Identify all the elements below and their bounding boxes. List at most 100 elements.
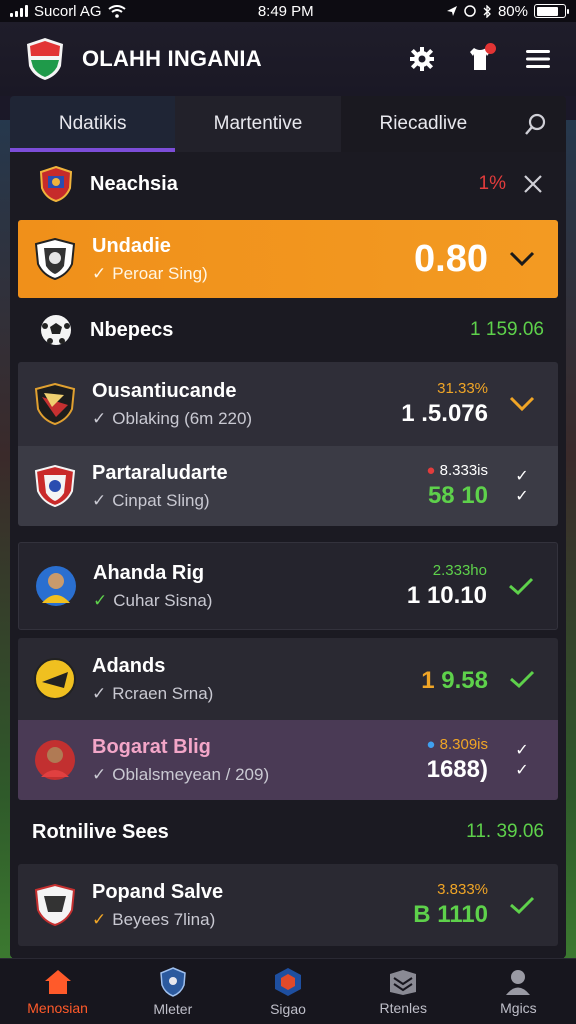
double-check-button[interactable]: ✓ ✓: [508, 740, 536, 780]
match-odds: B 1110: [413, 901, 488, 928]
nav-item-rtenles[interactable]: Rtenles: [346, 959, 461, 1024]
match-title: Undadie: [92, 234, 171, 257]
match-title: Adands: [92, 654, 166, 677]
team-crest-icon: [34, 238, 76, 280]
player-avatar: [36, 566, 76, 606]
check-icon: [510, 670, 535, 689]
double-check-button[interactable]: ✓ ✓: [508, 466, 536, 506]
home-icon: [44, 969, 71, 994]
carrier-label: Sucorl AG: [34, 2, 102, 20]
match-odds: 9.58: [441, 666, 488, 694]
section-value: 1%: [478, 173, 506, 194]
notification-dot: [485, 43, 496, 54]
nav-label: Mgics: [500, 999, 537, 1016]
nav-item-mleter[interactable]: Mleter: [115, 959, 230, 1024]
check-icon: ✓: [92, 683, 107, 703]
stack-icon: [390, 969, 417, 995]
menu-button[interactable]: [524, 45, 552, 73]
bottom-navigation: Menosian Mleter Sigao Rtenles Mgics: [0, 958, 576, 1024]
nav-label: Rtenles: [379, 999, 427, 1016]
section-label: Rotnilive Sees: [32, 820, 169, 843]
confirm-button[interactable]: [508, 895, 536, 915]
section-value: 1 159.06: [470, 319, 544, 340]
match-percent: ● 8.309is: [426, 736, 488, 753]
check-icon: ✓: [92, 764, 107, 784]
check-icon: [509, 577, 534, 596]
confirm-button[interactable]: [508, 669, 536, 689]
match-title: Partaraludarte: [92, 461, 228, 484]
match-percent: 2.333ho: [432, 562, 487, 579]
team-crest-icon: [34, 465, 76, 507]
match-subtitle: Cinpat Sling): [112, 490, 210, 510]
match-odds: 0.80: [414, 237, 488, 280]
team-crest-icon: [38, 166, 74, 202]
match-card-popand-salve[interactable]: Popand Salve ✓ Beyees 7lina) 3.833% B 111…: [18, 864, 558, 946]
chevron-down-icon: [509, 251, 535, 267]
match-card-partaraludarte[interactable]: Partaraludarte ✓ Cinpat Sling) ● 8.333is …: [18, 446, 558, 526]
match-subtitle: Rcraen Srna): [112, 683, 214, 703]
app-header: OLAHH INGANIA: [0, 22, 576, 96]
check-icon: ✓: [92, 490, 107, 510]
match-odds: 1 .5.076: [401, 400, 488, 427]
match-subtitle: Peroar Sing): [112, 263, 208, 283]
clock: 8:49 PM: [257, 2, 314, 20]
battery-percent: 80%: [497, 2, 528, 20]
search-button[interactable]: [505, 96, 566, 152]
bluetooth-icon: [483, 4, 491, 18]
notifications-button[interactable]: [466, 43, 496, 73]
section-header-neachsia: Neachsia 1%: [10, 152, 566, 216]
match-odds: 58 10: [427, 482, 488, 509]
app-logo-icon: [27, 38, 63, 80]
soccer-ball-icon: [38, 312, 74, 348]
check-icon: [510, 896, 535, 915]
match-subtitle: Beyees 7lina): [112, 909, 216, 929]
gear-icon: [410, 47, 434, 71]
check-icon: ✓: [92, 909, 107, 929]
match-card-ousantiucande[interactable]: Ousantiucande ✓ Oblaking (6m 220) 31.33% …: [18, 362, 558, 446]
match-odds: 1 10.10: [406, 582, 487, 609]
team-crest-icon: [34, 884, 76, 926]
nav-item-sigao[interactable]: Sigao: [230, 959, 345, 1024]
tab-martentive[interactable]: Martentive: [175, 96, 340, 152]
check-icon: ✓: [93, 590, 108, 610]
signal-icon: [10, 5, 28, 17]
section-header-nbepecs: Nbepecs 1 159.06: [10, 298, 566, 362]
team-crest-icon: [34, 383, 76, 425]
match-rank: 1: [421, 666, 435, 694]
app-title: OLAHH INGANIA: [82, 46, 262, 71]
battery-icon: [534, 4, 569, 18]
expand-button[interactable]: [508, 396, 536, 412]
match-card-ahanda-rig[interactable]: Ahanda Rig ✓ Cuhar Sisna) 2.333ho 1 10.10: [18, 542, 558, 630]
nav-label: Menosian: [27, 999, 88, 1016]
match-percent: ● 8.333is: [426, 462, 488, 479]
match-title: Ousantiucande: [92, 379, 237, 402]
match-percent: 31.33%: [437, 380, 488, 397]
nav-item-menosian[interactable]: Menosian: [0, 959, 115, 1024]
expand-button[interactable]: [508, 251, 536, 267]
match-subtitle: Oblalsmeyean / 209): [112, 764, 270, 784]
team-crest-icon: [34, 658, 76, 700]
match-title: Ahanda Rig: [93, 561, 205, 584]
section-label: Nbepecs: [90, 318, 174, 341]
match-title: Bogarat Blig: [92, 735, 211, 758]
tab-riecadlive[interactable]: Riecadlive: [340, 96, 506, 152]
match-subtitle: Cuhar Sisna): [113, 590, 213, 610]
match-percent: 3.833%: [437, 881, 488, 898]
match-card-undadie[interactable]: Undadie ✓ Peroar Sing) 0.80: [18, 220, 558, 298]
tab-ndatikis[interactable]: Ndatikis: [10, 96, 176, 152]
section-label: Neachsia: [90, 172, 178, 195]
nav-label: Sigao: [270, 1000, 306, 1017]
settings-button[interactable]: [408, 45, 436, 73]
match-card-adands[interactable]: Adands ✓ Rcraen Srna) 1 9.58: [18, 638, 558, 720]
confirm-button[interactable]: [507, 576, 535, 596]
live-dot-icon: ●: [426, 462, 436, 479]
nav-label: Mleter: [153, 1000, 193, 1017]
check-icon: ✓: [92, 408, 107, 428]
match-odds: 1688): [426, 756, 488, 783]
live-dot-icon: ●: [426, 736, 436, 753]
close-icon[interactable]: [522, 173, 544, 195]
wifi-icon: [107, 4, 126, 18]
user-icon: [506, 969, 531, 995]
nav-item-mgics[interactable]: Mgics: [461, 959, 576, 1024]
match-card-bogarat-blig[interactable]: Bogarat Blig ✓ Oblalsmeyean / 209) ● 8.30…: [18, 720, 558, 800]
